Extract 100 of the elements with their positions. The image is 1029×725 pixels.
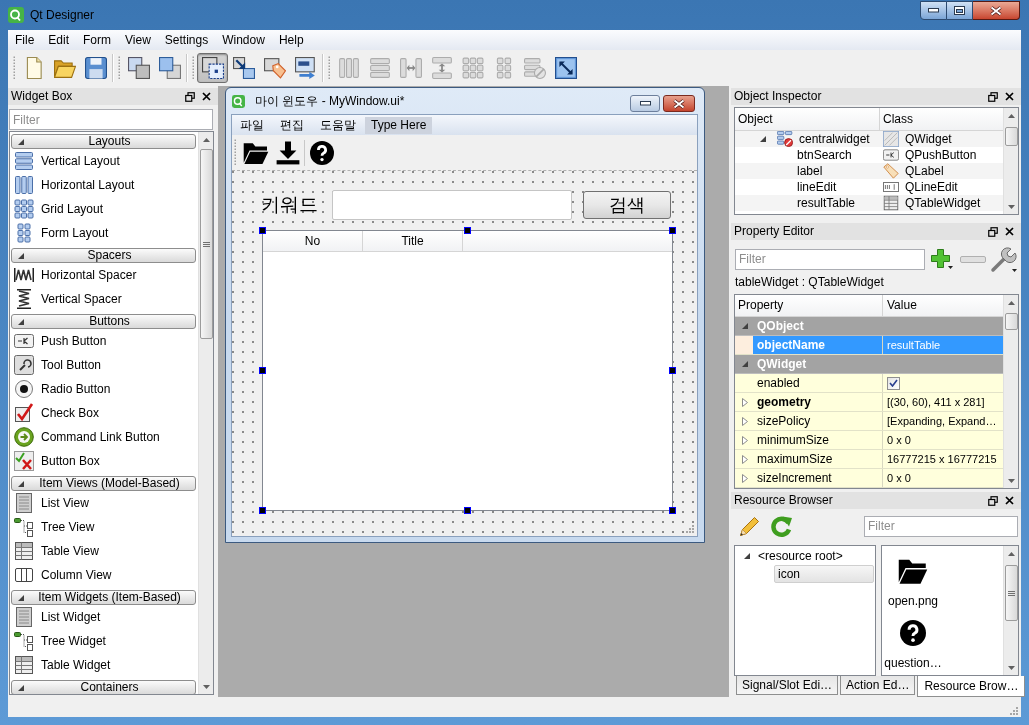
resource-file[interactable]: open.png <box>882 546 944 608</box>
widget-item[interactable]: Tool Button <box>11 353 196 377</box>
menu-item[interactable]: Help <box>271 32 311 48</box>
triangle-right-icon[interactable] <box>742 397 748 407</box>
column-header[interactable]: Value <box>883 295 1003 316</box>
category-header[interactable]: Buttons <box>11 314 196 329</box>
selection-handle[interactable] <box>463 227 471 234</box>
widget-item[interactable]: Table View <box>11 539 196 563</box>
widget-item[interactable]: Form Layout <box>11 221 196 245</box>
triangle-right-icon[interactable] <box>742 473 748 483</box>
widget-item[interactable]: Vertical Spacer <box>11 287 196 311</box>
scrollbar[interactable] <box>1003 108 1018 214</box>
search-field[interactable] <box>332 190 572 220</box>
size-grip-icon[interactable] <box>684 523 694 533</box>
widget-item[interactable]: Tree Widget <box>11 629 196 653</box>
tree-row[interactable]: resultTable QTableWidget <box>735 195 1003 211</box>
menu-item[interactable]: Settings <box>157 32 216 48</box>
table-widget[interactable]: No Title <box>262 230 673 511</box>
category-header[interactable]: Item Widgets (Item-Based) <box>11 590 196 605</box>
folder-icon[interactable] <box>243 141 269 164</box>
close-icon[interactable] <box>1005 92 1014 101</box>
tree-row[interactable]: centralwidget QWidget <box>735 131 1003 147</box>
scrollbar[interactable] <box>1003 295 1018 488</box>
menu-item[interactable]: Window <box>215 32 272 48</box>
category-header[interactable]: Item Views (Model-Based) <box>11 476 196 491</box>
selection-handle[interactable] <box>259 366 266 374</box>
pencil-icon[interactable] <box>738 514 762 538</box>
triangle-down-icon[interactable] <box>18 252 24 259</box>
widget-item[interactable]: Command Link Button <box>11 425 196 449</box>
widget-item[interactable]: Radio Button <box>11 377 196 401</box>
widget-item[interactable]: Tree View <box>11 515 196 539</box>
triangle-right-icon[interactable] <box>742 416 748 426</box>
resource-tree-item[interactable]: <resource root> <box>735 548 874 564</box>
maximize-button[interactable] <box>947 1 973 20</box>
widget-item[interactable]: Push Button <box>11 329 196 353</box>
float-icon[interactable] <box>185 91 195 102</box>
close-icon[interactable] <box>1005 496 1014 505</box>
triangle-down-icon[interactable] <box>18 480 24 487</box>
scroll-up-icon[interactable] <box>1007 300 1015 305</box>
checkbox[interactable] <box>887 376 900 390</box>
menu-item[interactable]: File <box>8 32 42 48</box>
scrollbar-thumb[interactable] <box>199 149 213 339</box>
widget-item[interactable]: Horizontal Layout <box>11 173 196 197</box>
triangle-down-icon[interactable] <box>742 323 748 329</box>
refresh-icon[interactable] <box>769 514 793 538</box>
plus-icon[interactable] <box>930 248 954 270</box>
triangle-down-icon[interactable] <box>18 318 24 325</box>
triangle-down-icon[interactable] <box>742 361 748 367</box>
triangle-down-icon[interactable] <box>18 138 24 145</box>
close-icon[interactable] <box>1005 227 1014 236</box>
selection-handle[interactable] <box>463 507 471 514</box>
filter-field[interactable]: Filter <box>9 109 213 130</box>
property-row[interactable]: geometry [(30, 60), 411 x 281] <box>735 393 1003 412</box>
form-menu-item[interactable]: 파일 <box>232 117 272 133</box>
selection-handle[interactable] <box>259 507 266 514</box>
toolbar-grip-icon[interactable] <box>13 56 16 80</box>
selection-handle[interactable] <box>669 507 676 514</box>
scrollbar-thumb[interactable] <box>1004 565 1018 621</box>
minimize-button[interactable] <box>630 95 660 112</box>
scroll-up-icon[interactable] <box>1007 551 1015 556</box>
close-button[interactable] <box>663 95 695 112</box>
triangle-down-icon[interactable] <box>18 684 24 691</box>
widget-item[interactable]: List View <box>11 491 196 515</box>
scroll-up-icon[interactable] <box>202 137 210 142</box>
triangle-right-icon[interactable] <box>742 454 748 464</box>
category-header[interactable]: Containers <box>11 680 196 694</box>
selection-handle[interactable] <box>259 227 266 234</box>
menu-item[interactable]: View <box>118 32 158 48</box>
column-header[interactable]: Object <box>735 108 880 130</box>
property-row[interactable]: sizePolicy [Expanding, Expand… <box>735 412 1003 431</box>
scroll-up-icon[interactable] <box>1007 113 1015 118</box>
close-button[interactable] <box>973 1 1020 20</box>
triangle-down-icon[interactable] <box>744 553 750 559</box>
dock-tab[interactable]: Resource Brow… <box>917 676 1026 697</box>
category-header[interactable]: Layouts <box>11 134 196 149</box>
dock-tab[interactable]: Signal/Slot Edi… <box>736 676 839 695</box>
scrollbar-thumb[interactable] <box>1004 127 1018 146</box>
triangle-down-icon[interactable] <box>18 594 24 601</box>
tree-row[interactable]: label QLabel <box>735 163 1003 179</box>
category-header[interactable]: Spacers <box>11 248 196 263</box>
property-row[interactable]: maximumSize 16777215 x 16777215 <box>735 450 1003 469</box>
filter-field[interactable]: Filter <box>735 248 925 270</box>
scroll-down-icon[interactable] <box>1007 665 1015 670</box>
menu-item[interactable]: Form <box>76 32 119 48</box>
toolbar-grip-icon[interactable] <box>192 56 195 80</box>
column-header[interactable]: Class <box>880 108 1003 130</box>
widget-item[interactable]: Check Box <box>11 401 196 425</box>
float-icon[interactable] <box>988 226 998 237</box>
search-button[interactable]: 검색 <box>583 191 671 219</box>
resource-tree-item[interactable]: icon <box>774 565 874 583</box>
download-icon[interactable] <box>276 140 300 165</box>
form-menu-item[interactable]: 도움말 <box>312 117 364 133</box>
widget-item[interactable]: Column View <box>11 563 196 587</box>
size-grip-icon[interactable] <box>1008 705 1018 715</box>
widget-item[interactable]: Table Widget <box>11 653 196 677</box>
minimize-button[interactable] <box>920 1 947 20</box>
selection-handle[interactable] <box>669 366 676 374</box>
toolbar-grip-icon[interactable] <box>234 139 237 166</box>
selection-handle[interactable] <box>669 227 676 234</box>
column-header[interactable]: Title <box>363 231 463 251</box>
